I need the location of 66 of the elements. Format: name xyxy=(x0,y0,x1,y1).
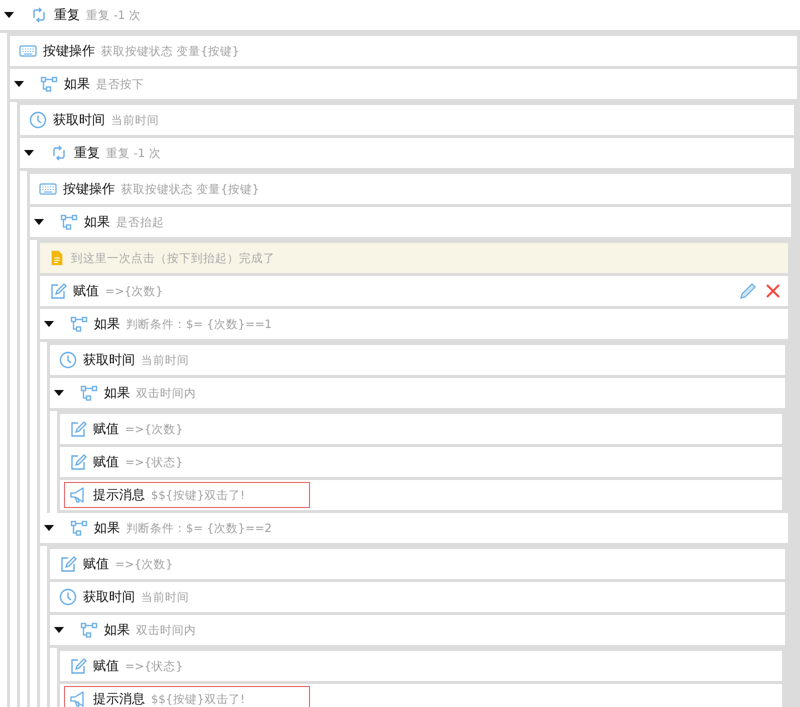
edit-icon xyxy=(49,282,67,300)
flowchart-icon xyxy=(70,315,88,333)
step-title: 赋值 xyxy=(93,454,119,471)
edit-icon xyxy=(69,453,87,471)
step-title: 获取时间 xyxy=(83,589,135,606)
step-title: 提示消息 xyxy=(93,487,145,504)
step-title: 如果 xyxy=(94,520,120,537)
flowchart-icon xyxy=(60,213,78,231)
step-detail: 双击时间内 xyxy=(136,622,196,638)
step-title: 如果 xyxy=(104,385,130,402)
step-detail: 当前时间 xyxy=(111,112,159,128)
step-detail: =>{次数} xyxy=(115,556,173,572)
flowchart-icon xyxy=(80,384,98,402)
delete-icon[interactable] xyxy=(766,284,780,298)
step-detail: 重复 -1 次 xyxy=(106,146,161,160)
step-title: 提示消息 xyxy=(93,691,145,707)
step-detail: 是否按下 xyxy=(96,76,144,92)
step-title: 赋值 xyxy=(93,421,119,438)
step-detail: =>{状态} xyxy=(125,454,183,470)
expanded-icon[interactable] xyxy=(34,217,44,227)
edit-icon xyxy=(59,555,77,573)
expanded-icon[interactable] xyxy=(44,523,54,533)
step-detail: 获取按键状态 变量{按键} xyxy=(101,44,240,58)
step-row[interactable]: 提示消息 $${按键}双击了! xyxy=(60,480,782,513)
step-detail: 当前时间 xyxy=(141,590,189,604)
flowchart-icon xyxy=(40,75,58,93)
step-detail: 双击时间内 xyxy=(136,386,196,400)
edit-icon xyxy=(69,420,87,438)
expanded-icon[interactable] xyxy=(54,388,64,398)
step-title: 按键操作 xyxy=(43,43,95,60)
step-title: 获取时间 xyxy=(83,352,135,369)
step-title: 如果 xyxy=(84,214,110,231)
expanded-icon[interactable] xyxy=(14,79,24,89)
edit-icon xyxy=(69,657,87,675)
clock-icon xyxy=(59,588,77,606)
step-title: 赋值 xyxy=(73,283,99,300)
step-title: 重复 xyxy=(74,145,100,162)
step-detail: 判断条件：$= {次数}==1 xyxy=(126,316,272,332)
clock-icon xyxy=(59,351,77,369)
flowchart-icon xyxy=(80,621,98,639)
step-detail: =>{状态} xyxy=(125,658,183,674)
step-detail: =>{次数} xyxy=(105,284,163,298)
step-detail: =>{次数} xyxy=(125,422,183,436)
step-title: 如果 xyxy=(104,622,130,639)
step-title: 获取时间 xyxy=(53,112,105,129)
note-text: 到这里一次点击（按下到抬起）完成了 xyxy=(71,250,275,266)
expanded-icon[interactable] xyxy=(24,148,34,158)
step-title: 赋值 xyxy=(83,556,109,573)
step-title: 按键操作 xyxy=(63,181,115,198)
step-title: 赋值 xyxy=(93,658,119,675)
step-title: 如果 xyxy=(64,76,90,93)
step-detail: 重复 -1 次 xyxy=(86,8,141,22)
expanded-icon[interactable] xyxy=(4,10,14,20)
clock-icon xyxy=(29,111,47,129)
step-detail: 获取按键状态 变量{按键} xyxy=(121,182,260,196)
step-detail: 当前时间 xyxy=(141,352,189,368)
step-detail: 判断条件：$= {次数}==2 xyxy=(126,520,272,536)
step-title: 重复 xyxy=(54,7,80,24)
step-title: 如果 xyxy=(94,316,120,333)
document-icon xyxy=(49,249,65,267)
flowchart-icon xyxy=(70,519,88,537)
expanded-icon[interactable] xyxy=(44,319,54,329)
expanded-icon[interactable] xyxy=(54,625,64,635)
step-detail: 是否抬起 xyxy=(116,214,164,230)
step-detail: $${按键}双击了! xyxy=(151,692,245,706)
step-detail: $${按键}双击了! xyxy=(151,488,245,502)
